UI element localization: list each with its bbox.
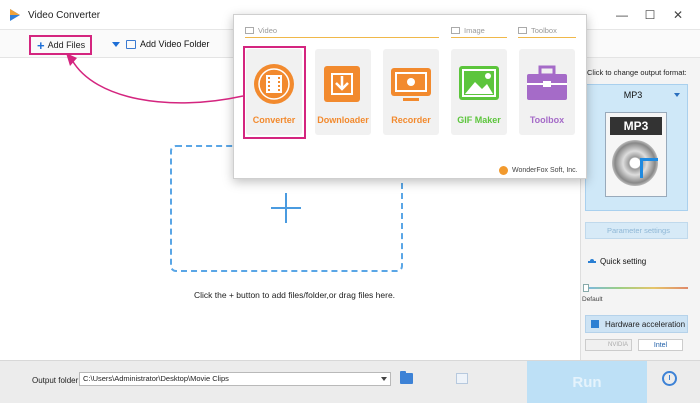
video-section-label: Video [258, 26, 278, 35]
quick-setting: Quick setting [588, 257, 646, 266]
minimize-button[interactable]: — [608, 0, 636, 30]
plus-icon: + [37, 37, 45, 53]
chip-icon [591, 320, 599, 328]
nvidia-option[interactable]: NVIDIA [585, 339, 632, 351]
output-format-hint: Click to change output format: [587, 68, 687, 77]
output-folder-path: C:\Users\Administrator\Desktop\Movie Cli… [83, 374, 229, 383]
video-section-icon [245, 27, 254, 34]
converter-highlight [243, 46, 306, 139]
video-section-divider [245, 37, 439, 38]
chevron-down-icon[interactable] [674, 93, 680, 97]
mp3-badge: MP3 [610, 117, 662, 135]
toolbox-section-label: Toolbox [531, 26, 557, 35]
output-folder-label: Output folder: [32, 376, 81, 385]
output-format-name[interactable]: MP3 [585, 90, 681, 100]
screen-record-icon [391, 68, 431, 101]
hardware-acceleration-label: Hardware acceleration [605, 319, 686, 329]
wonderfox-footer: WonderFox Soft, Inc. [512, 167, 578, 174]
add-files-label: Add Files [47, 40, 86, 50]
output-folder-field[interactable]: C:\Users\Administrator\Desktop\Movie Cli… [79, 372, 391, 386]
quick-setting-label: Quick setting [600, 257, 647, 266]
image-section-divider [451, 37, 507, 38]
drop-hint-text: Click the + button to add files/folder,o… [194, 290, 396, 300]
toolbox-section-header: Toolbox [518, 26, 557, 35]
image-section-label: Image [464, 26, 485, 35]
alarm-clock-icon[interactable] [662, 371, 677, 386]
parameter-settings-button[interactable]: Parameter settings [585, 222, 688, 239]
chevron-down-icon[interactable] [112, 41, 120, 47]
image-section-icon [451, 27, 460, 34]
add-video-folder-button[interactable]: Add Video Folder [112, 36, 209, 52]
merge-icon[interactable] [456, 373, 468, 384]
app-logo-icon [10, 9, 20, 21]
add-video-folder-label: Add Video Folder [140, 39, 210, 49]
image-icon [459, 66, 499, 100]
maximize-button[interactable]: ☐ [636, 0, 664, 30]
folder-icon [126, 39, 136, 49]
window-title: Video Converter [28, 10, 101, 21]
quality-slider[interactable] [585, 287, 688, 289]
run-button[interactable]: Run [527, 361, 647, 403]
toolbox-section-divider [518, 37, 576, 38]
toolbox-icon [527, 65, 567, 100]
intel-option[interactable]: Intel [638, 339, 683, 351]
image-section-header: Image [451, 26, 485, 35]
toolbox-label: Toolbox [529, 115, 565, 125]
parameter-settings-label: Parameter settings [607, 226, 670, 235]
add-plus-icon-vertical[interactable] [285, 193, 287, 223]
wonderfox-logo-icon [499, 166, 508, 175]
music-note-icon [640, 158, 658, 178]
quality-slider-handle[interactable] [583, 284, 589, 292]
video-section-header: Video [245, 26, 277, 35]
slider-icon [588, 258, 596, 263]
toolbox-section-icon [518, 27, 527, 34]
chevron-down-icon[interactable] [381, 377, 387, 381]
slider-default-label: Default [582, 296, 603, 303]
add-files-button[interactable]: + Add Files [29, 35, 92, 55]
download-icon [324, 66, 360, 102]
open-folder-icon[interactable] [400, 371, 413, 384]
hardware-acceleration-toggle[interactable]: Hardware acceleration [585, 315, 688, 333]
close-button[interactable]: ✕ [664, 0, 692, 30]
